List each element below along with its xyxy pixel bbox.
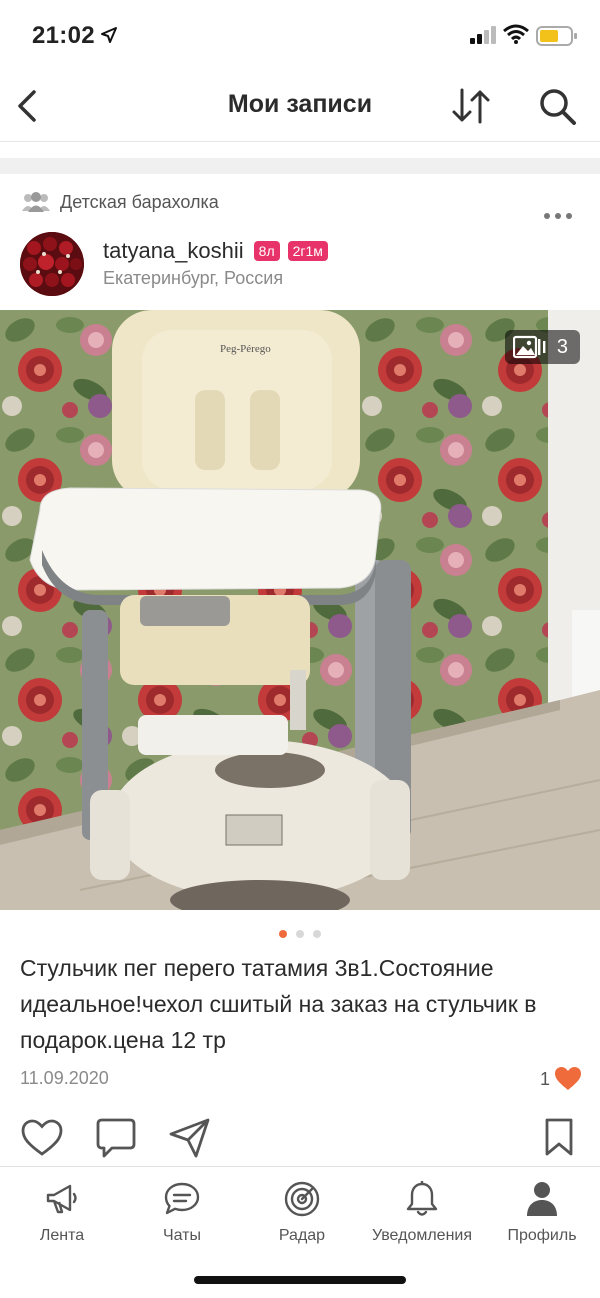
status-bar: 21:02 — [0, 0, 600, 70]
location-arrow-icon — [101, 27, 117, 43]
share-send-icon[interactable] — [168, 1116, 212, 1160]
tab-label: Профиль — [507, 1227, 577, 1244]
tab-label: Чаты — [162, 1227, 202, 1244]
heart-filled-icon — [555, 1067, 581, 1090]
post-description: Стульчик пег перего татамия 3в1.Состояни… — [20, 955, 537, 1053]
tab-profile[interactable]: Профиль — [482, 1177, 600, 1245]
chat-icon — [164, 1182, 200, 1215]
radar-icon — [284, 1181, 320, 1217]
photo-count-badge: 3 — [504, 330, 580, 364]
search-icon[interactable] — [536, 86, 580, 126]
more-options-icon[interactable] — [542, 204, 574, 228]
home-indicator[interactable] — [194, 1276, 406, 1284]
carousel-indicator — [0, 930, 600, 942]
tab-label: Лента — [39, 1227, 85, 1244]
carousel-dot[interactable] — [279, 930, 287, 938]
tab-label: Радар — [278, 1227, 326, 1244]
wifi-icon — [503, 24, 529, 44]
status-time: 21:02 — [32, 22, 95, 49]
tab-chats[interactable]: Чаты — [122, 1177, 242, 1245]
person-icon — [527, 1182, 557, 1216]
section-divider — [0, 158, 600, 174]
page-title: Мои записи — [227, 90, 373, 118]
high-chair-photo: Peg-Pérego — [0, 310, 600, 910]
megaphone-icon — [46, 1184, 77, 1214]
group-link[interactable]: Детская барахолка — [20, 190, 219, 214]
post-photo[interactable]: Peg-Pérego 3 — [0, 310, 600, 910]
sort-icon[interactable] — [448, 86, 496, 126]
avatar[interactable] — [20, 232, 84, 296]
tab-label: Уведомления — [371, 1227, 473, 1244]
author-row: tatyana_koshii 8л 2г1м — [103, 238, 336, 264]
tab-notifications[interactable]: Уведомления — [362, 1177, 482, 1245]
tab-radar[interactable]: Радар — [242, 1177, 362, 1245]
like-summary[interactable]: 1 — [540, 1066, 582, 1092]
cellular-signal-icon — [470, 26, 496, 44]
navigation-bar: Мои записи — [0, 70, 600, 142]
svg-text:Peg-Pérego: Peg-Pérego — [220, 343, 271, 355]
author-location: Екатеринбург, Россия — [103, 268, 284, 288]
post-actions — [0, 1116, 600, 1164]
bell-icon — [406, 1181, 438, 1216]
post-date: 11.09.2020 — [20, 1068, 109, 1088]
bookmark-icon[interactable] — [542, 1116, 576, 1160]
like-heart-icon[interactable] — [20, 1116, 64, 1160]
tab-feed[interactable]: Лента — [2, 1177, 122, 1245]
post-header: Детская барахолка tatyana_koshii 8л 2г1м… — [0, 174, 600, 310]
comment-bubble-icon[interactable] — [96, 1116, 136, 1160]
group-name: Детская барахолка — [60, 191, 219, 212]
child-age-badge: 8л — [253, 241, 280, 261]
carousel-dot[interactable] — [296, 930, 304, 938]
gallery-icon — [512, 335, 546, 359]
author-username[interactable]: tatyana_koshii — [103, 238, 244, 264]
photo-count: 3 — [556, 335, 568, 358]
child-age-badge: 2г1м — [287, 241, 328, 261]
group-people-icon — [22, 192, 50, 212]
like-count: 1 — [539, 1068, 550, 1089]
carousel-dot[interactable] — [313, 930, 321, 938]
battery-icon — [536, 26, 577, 46]
